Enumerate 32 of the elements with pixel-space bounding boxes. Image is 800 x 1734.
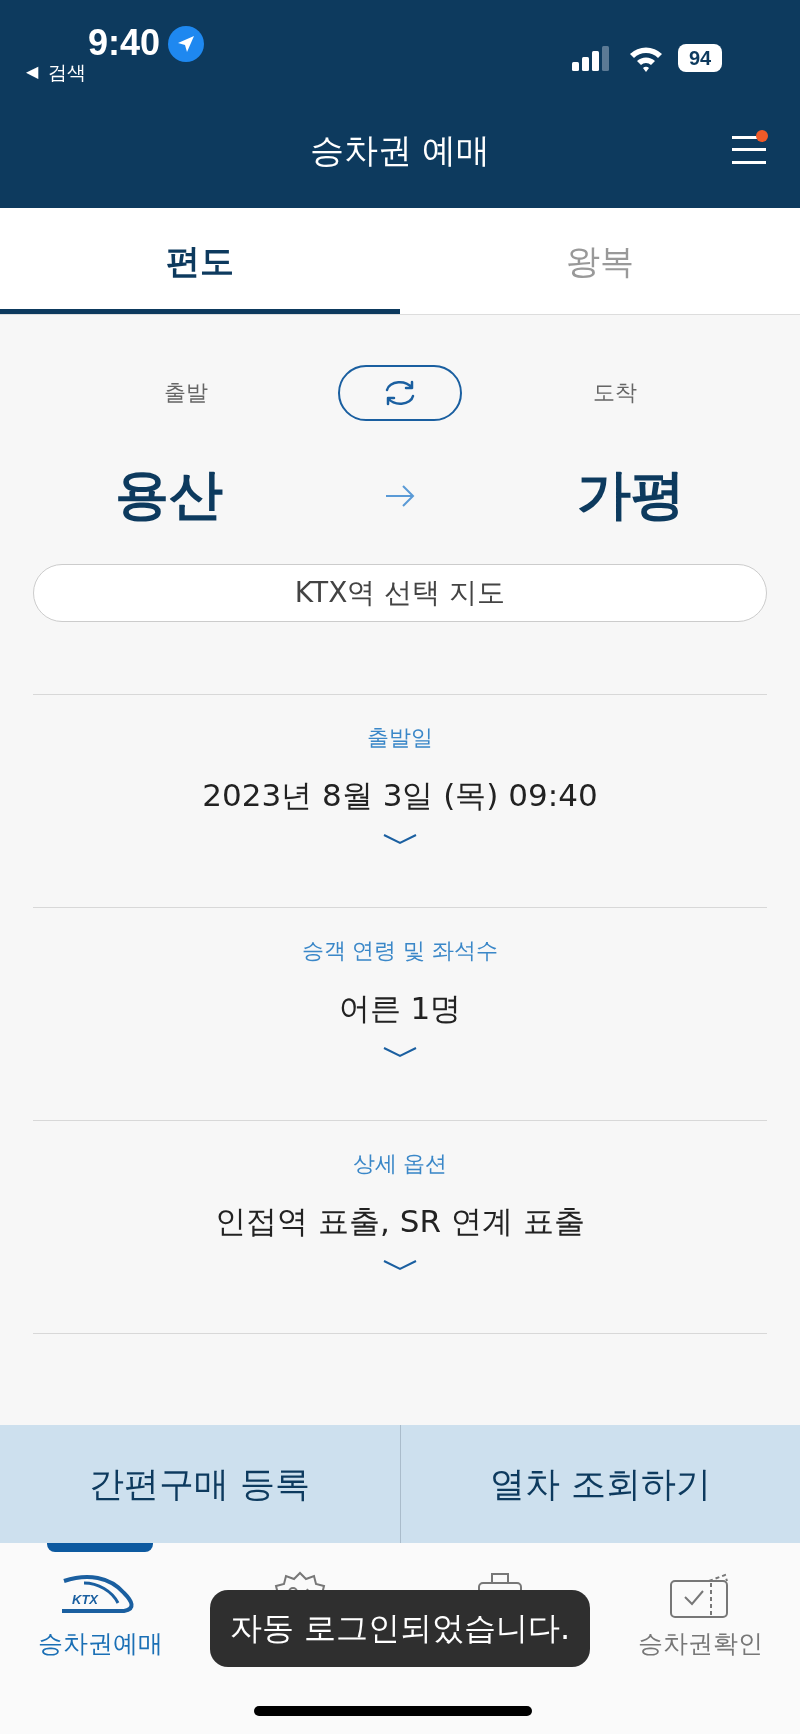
option-row[interactable]: 출발일 2023년 8월 3일 (목) 09:40 <box>33 695 767 908</box>
chevron-down-icon <box>382 1259 418 1271</box>
clock-time: 9:40 <box>88 22 161 64</box>
menu-icon[interactable] <box>730 136 766 166</box>
battery-level: 94 <box>678 44 722 72</box>
departure-label: 출발 <box>163 379 208 407</box>
arrow-right-icon <box>385 483 415 508</box>
chevron-down-icon <box>382 1046 418 1058</box>
trip-tab[interactable]: 편도 <box>0 208 400 314</box>
ktx-logo: KTX <box>58 1571 142 1619</box>
chevron-down-icon <box>382 833 418 845</box>
back-arrow[interactable]: ◀ <box>26 62 39 81</box>
nav-tab[interactable]: KTX 승차권예매 <box>0 1543 200 1673</box>
option-value: 어른 1명 <box>338 989 462 1028</box>
ticket-check-icon <box>669 1571 731 1619</box>
back-link[interactable]: 검색 <box>48 60 86 86</box>
page-title: 승차권 예매 <box>309 129 491 172</box>
option-row[interactable]: 상세 옵션 인접역 표출, SR 연계 표출 <box>33 1121 767 1334</box>
option-label: 상세 옵션 <box>352 1150 448 1178</box>
option-value: 인접역 표출, SR 연계 표출 <box>215 1202 585 1241</box>
option-label: 출발일 <box>367 724 433 752</box>
station-map-button[interactable]: KTX역 선택 지도 <box>33 564 767 622</box>
arrival-label: 도착 <box>592 379 637 407</box>
nav-tab[interactable]: 승차권확인 <box>600 1543 800 1673</box>
option-value: 2023년 8월 3일 (목) 09:40 <box>202 776 598 815</box>
login-toast: 자동 로그인되었습니다. <box>210 1590 590 1667</box>
option-label: 승객 연령 및 좌석수 <box>301 937 499 965</box>
signal-icon <box>572 46 612 72</box>
departure-station[interactable]: 용산 <box>115 459 223 532</box>
option-row[interactable]: 승객 연령 및 좌석수 어른 1명 <box>33 908 767 1121</box>
arrival-station[interactable]: 가평 <box>577 459 685 532</box>
swap-button[interactable] <box>338 365 462 421</box>
